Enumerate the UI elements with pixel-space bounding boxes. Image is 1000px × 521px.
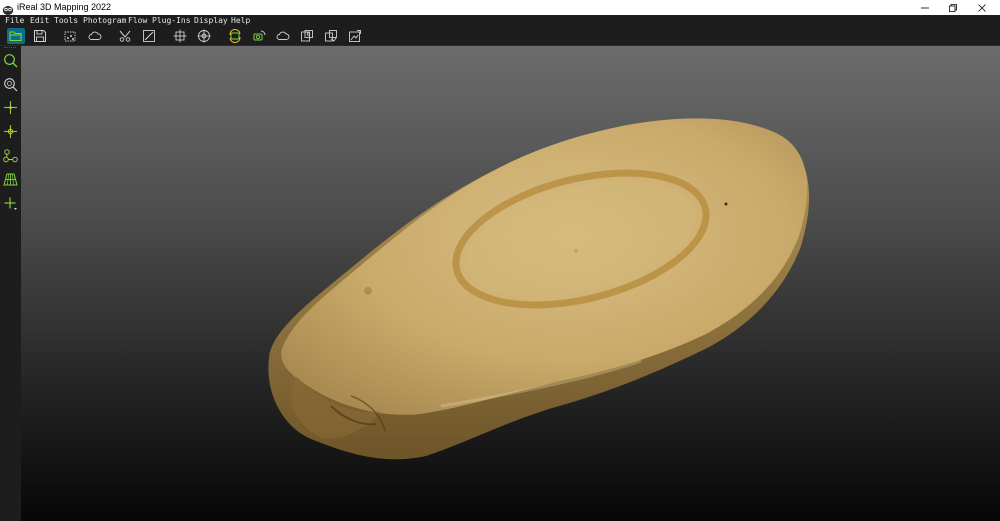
restore-button[interactable] [939,0,967,15]
restore-icon [949,3,957,12]
cloud-upload-button[interactable] [274,28,292,44]
edit-mesh-button[interactable] [140,28,158,44]
close-button[interactable] [968,0,996,15]
target-button[interactable] [171,28,189,44]
open-folder-icon [9,31,22,42]
move-axis-button[interactable] [2,195,19,212]
filter-icon [119,30,131,42]
photo-export-icon [301,30,313,42]
save-button[interactable] [31,28,49,44]
save-icon [34,30,46,42]
menu-bar: File Edit Tools Photogram Flow Plug-Ins … [0,15,1000,26]
minimize-button[interactable] [911,0,939,15]
main-toolbar [0,26,1000,46]
camera-align-button[interactable] [250,28,268,44]
menu-file[interactable]: File [5,15,24,26]
app-logo-icon [2,1,14,15]
pick-point-button[interactable] [2,123,19,140]
connect-points-button[interactable] [2,147,19,164]
zoom-fit-button[interactable] [2,76,19,93]
photo-sync-button[interactable] [322,28,340,44]
panel-grip[interactable] [4,47,16,50]
auto-process-button[interactable] [226,28,244,44]
3d-viewport[interactable] [21,46,1000,521]
target-icon [173,29,187,43]
zoom-fit-icon [4,78,18,92]
zoom-button[interactable] [2,52,19,69]
auto-process-icon [229,29,241,43]
menu-help[interactable]: Help [231,15,250,26]
select-region-button[interactable] [61,28,79,44]
menu-tools[interactable]: Tools [54,15,78,26]
crosshair-button[interactable] [195,28,213,44]
menu-flow[interactable]: Flow [128,15,147,26]
connect-points-icon [3,149,18,163]
photo-export-button[interactable] [298,28,316,44]
texture-export-icon [349,30,361,42]
cloud-upload-icon [276,31,290,40]
select-region-icon [64,31,76,42]
menu-display[interactable]: Display [194,15,228,26]
camera-align-icon [253,30,266,41]
textured-3d-model-icon[interactable] [21,46,1000,521]
left-tool-panel [0,46,21,521]
point-cloud-icon [88,31,102,40]
point-cloud-button[interactable] [86,28,104,44]
menu-photogram[interactable]: Photogram [83,15,126,26]
zoom-icon [4,54,18,68]
minimize-icon [921,7,929,8]
edit-mesh-icon [143,30,155,42]
crosshair-icon [197,29,211,43]
move-axis-icon [4,197,17,210]
grid-icon [3,173,18,186]
menu-plugins[interactable]: Plug-Ins [152,15,191,26]
window-title: iReal 3D Mapping 2022 [17,2,112,12]
add-point-icon [4,101,17,114]
pick-point-icon [4,125,17,138]
open-button[interactable] [7,28,25,44]
filter-button[interactable] [116,28,134,44]
close-icon [978,3,986,12]
title-bar: iReal 3D Mapping 2022 [0,0,1000,15]
photo-sync-icon [325,30,337,42]
add-point-button[interactable] [2,99,19,116]
texture-export-button[interactable] [346,28,364,44]
grid-button[interactable] [2,171,19,188]
app-window: iReal 3D Mapping 2022 File Edit Tools Ph… [0,0,1000,521]
menu-edit[interactable]: Edit [30,15,49,26]
